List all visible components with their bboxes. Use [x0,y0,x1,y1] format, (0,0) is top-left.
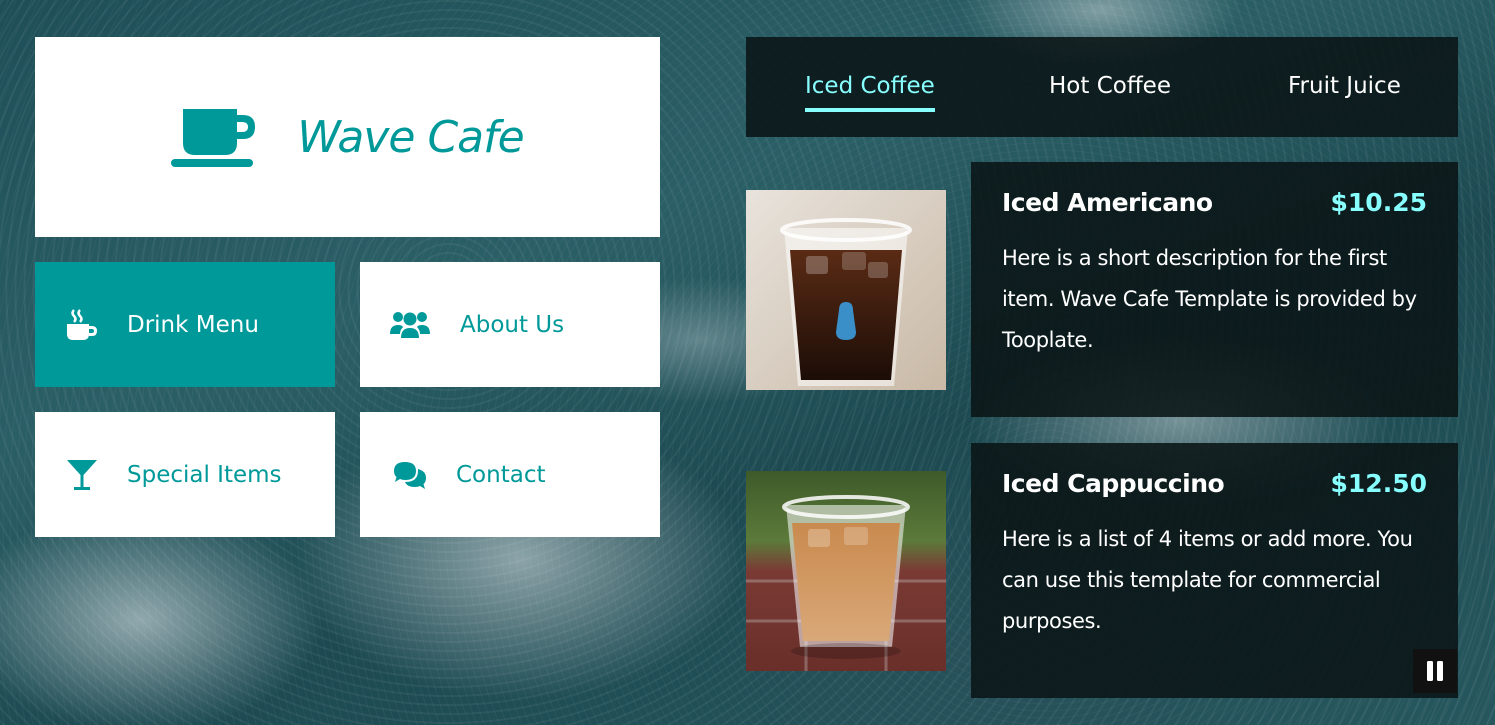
active-tab-underline [805,108,935,112]
iced-cappuccino-photo [746,471,946,671]
hot-drink-icon [62,305,102,345]
nav-special-items[interactable]: Special Items [35,412,335,537]
item-name: Iced Americano [1002,188,1213,217]
users-icon [390,305,430,345]
nav-label: Special Items [127,461,282,488]
cocktail-glass-icon [62,455,102,495]
pause-button[interactable] [1413,649,1457,693]
item-price: $12.50 [1330,469,1427,498]
nav-contact[interactable]: Contact [360,412,660,537]
tab-hot-coffee[interactable]: Hot Coffee [1049,37,1171,137]
drink-tabs: Iced Coffee Hot Coffee Fruit Juice [746,37,1458,137]
item-description: Here is a short description for the firs… [1002,246,1417,352]
chat-bubbles-icon [390,455,430,495]
nav-drink-menu[interactable]: Drink Menu [35,262,335,387]
item-name: Iced Cappuccino [1002,469,1225,498]
nav-about-us[interactable]: About Us [360,262,660,387]
tab-iced-coffee[interactable]: Iced Coffee [805,37,935,137]
brand-name: Wave Cafe [297,111,524,163]
menu-item-card: Iced Americano $10.25 Here is a short de… [971,162,1458,417]
item-description: Here is a list of 4 items or add more. Y… [1002,527,1413,633]
tab-fruit-juice[interactable]: Fruit Juice [1288,37,1401,137]
nav-label: Contact [456,461,546,488]
nav-label: Drink Menu [127,311,259,338]
pause-icon [1427,661,1443,681]
logo-box: Wave Cafe [35,37,660,237]
item-price: $10.25 [1330,188,1427,217]
nav-label: About Us [460,311,565,338]
menu-item-card: Iced Cappuccino $12.50 Here is a list of… [971,443,1458,698]
iced-americano-photo [746,190,946,390]
coffee-cup-icon [171,109,256,167]
